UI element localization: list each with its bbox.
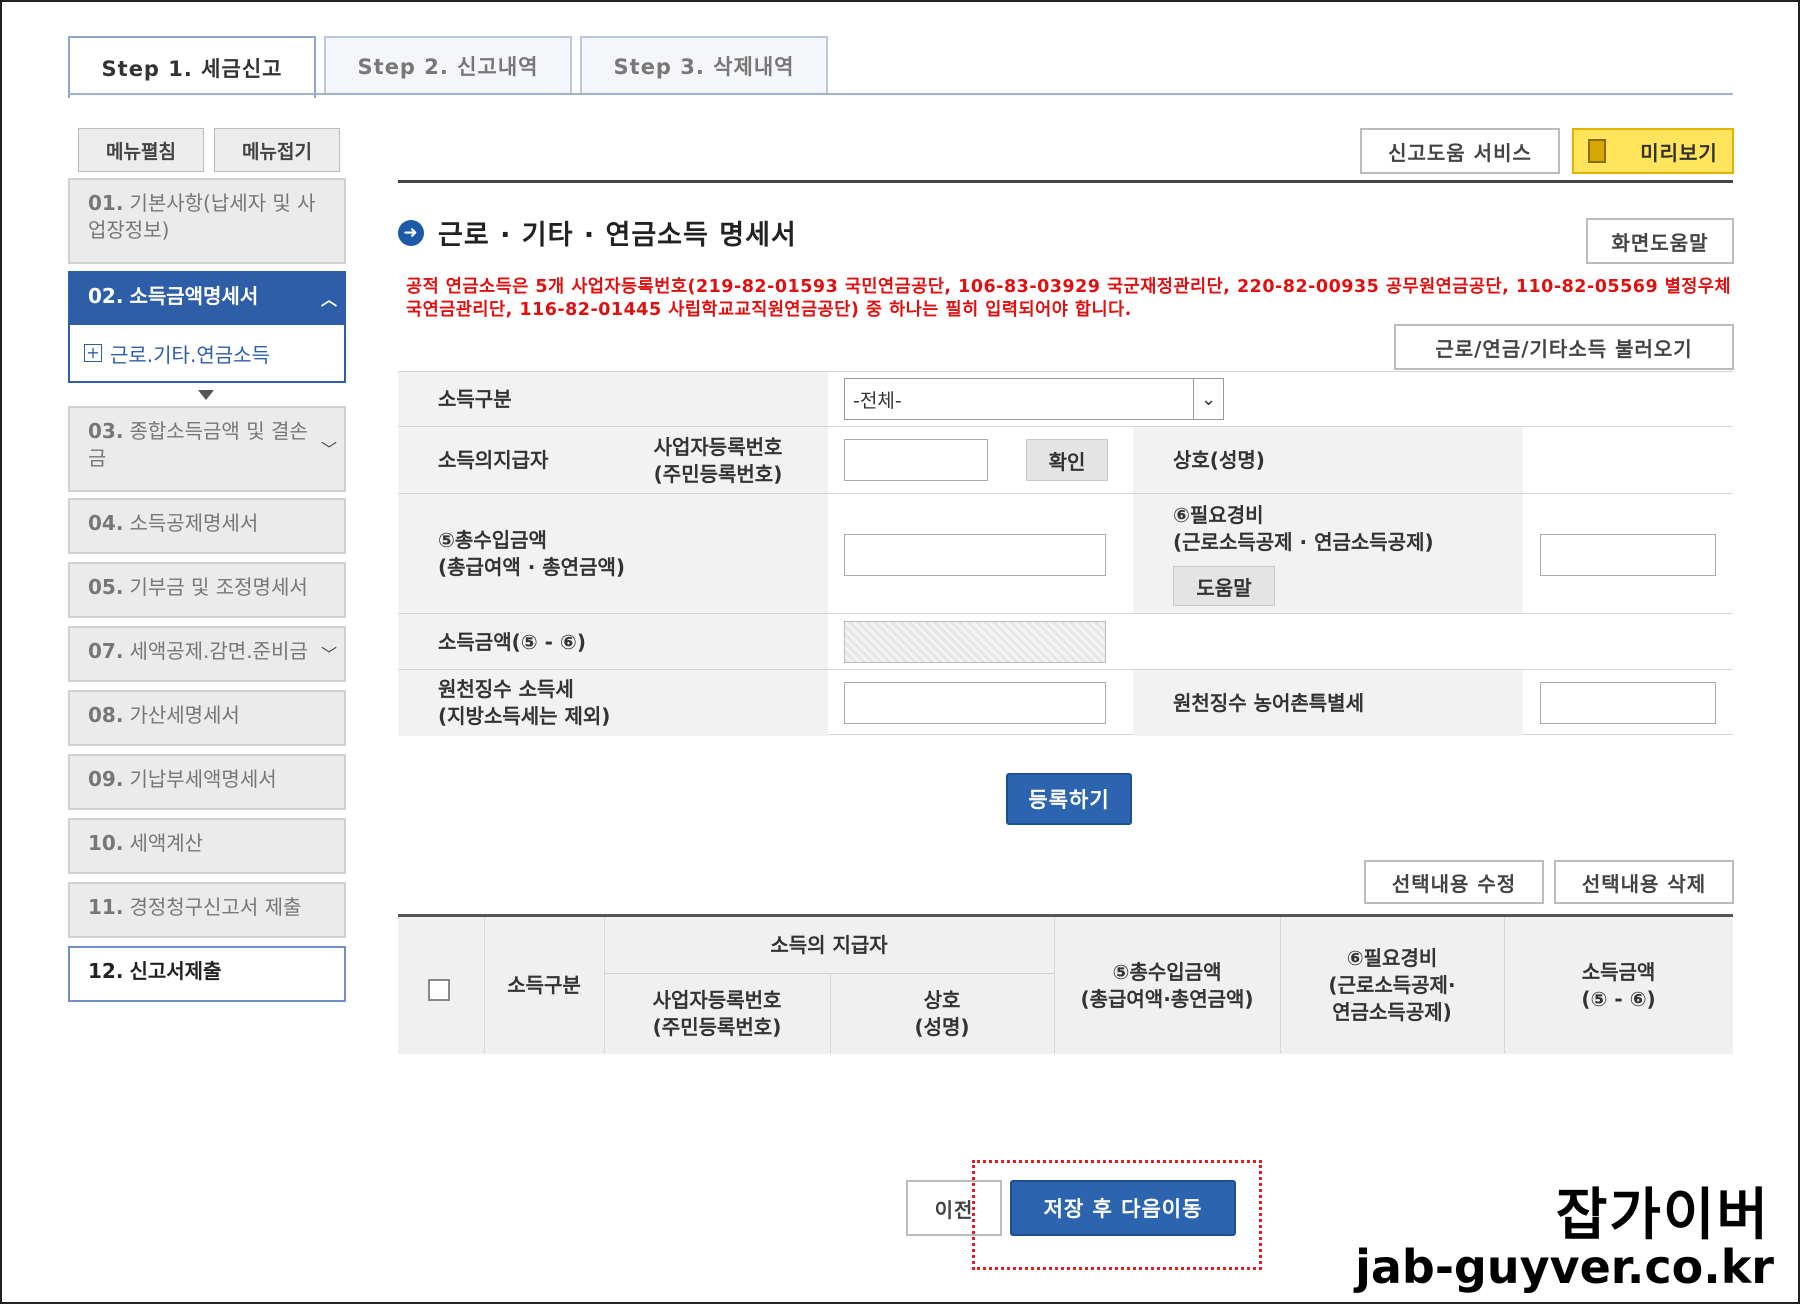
income-amount-label: 소득금액(⑤ - ⑥) [398, 614, 828, 670]
tab-step-3[interactable]: Step 3. 삭제내역 [580, 36, 828, 94]
sidebar-subitem-earned-income[interactable]: + 근로.기타.연금소득 [68, 325, 346, 383]
col-income-type: 소득구분 [507, 973, 581, 997]
chevron-down-icon: ⌄ [1193, 379, 1223, 419]
section-divider [398, 180, 1733, 183]
expense-input[interactable] [1540, 534, 1716, 576]
menu-num: 11. [88, 895, 124, 919]
biz-no-label: 사업자등록번호 (주민등록번호) [608, 427, 828, 494]
page-title: ➜ 근로 · 기타 · 연금소득 명세서 [398, 213, 797, 252]
select-all-checkbox[interactable] [428, 979, 450, 1001]
highlight-box [972, 1160, 1262, 1270]
chevron-down-icon[interactable]: ﹀ [318, 408, 340, 490]
menu-label: 신고서제출 [129, 959, 222, 983]
menu-label: 가산세명세서 [129, 703, 240, 727]
tab-divider [68, 93, 1733, 95]
sidebar-item-penalty-tax[interactable]: 08. 가산세명세서 [68, 690, 346, 746]
select-value: -전체- [853, 389, 902, 412]
menu-num: 02. [88, 284, 124, 308]
step-tabs: Step 1. 세금신고 Step 2. 신고내역 Step 3. 삭제내역 [68, 36, 836, 98]
confirm-button[interactable]: 확인 [1026, 439, 1108, 481]
rural-tax-label: 원천징수 농어촌특별세 [1133, 670, 1523, 736]
menu-num: 09. [88, 767, 124, 791]
menu-label: 기납부세액명세서 [129, 767, 277, 791]
form-row-income-type: 소득구분 -전체- ⌄ [398, 371, 1733, 427]
sidebar-item-submit[interactable]: 12. 신고서제출 [68, 946, 346, 1002]
arrow-down-icon [198, 390, 214, 400]
total-income-label: ⑤총수입금액 (총급여액 · 총연금액) [398, 494, 828, 614]
menu-num: 01. [88, 191, 124, 215]
watermark-url: jab-guyver.co.kr [1355, 1240, 1774, 1294]
menu-label: 기부금 및 조정명세서 [129, 575, 308, 599]
chevron-down-icon[interactable]: ﹀ [318, 628, 340, 680]
sidebar-item-basic-info[interactable]: 01. 기본사항(납세자 및 사업장정보) [68, 178, 346, 264]
preview-label: 미리보기 [1640, 140, 1718, 165]
sidebar-item-prepaid-tax[interactable]: 09. 기납부세액명세서 [68, 754, 346, 810]
income-type-select[interactable]: -전체- ⌄ [844, 378, 1224, 420]
menu-num: 08. [88, 703, 124, 727]
edit-selected-button[interactable]: 선택내용 수정 [1364, 860, 1544, 904]
submenu-label: 근로.기타.연금소득 [110, 342, 270, 367]
menu-num: 03. [88, 419, 124, 443]
col-income-amount: 소득금액 (⑤ - ⑥) [1581, 959, 1656, 1011]
form-row-income-amounts: ⑤총수입금액 (총급여액 · 총연금액) ⑥필요경비 (근로소득공제 · 연금소… [398, 493, 1733, 614]
document-icon [1588, 139, 1607, 163]
form-row-net-income: 소득금액(⑤ - ⑥) [398, 613, 1733, 670]
payer-label: 소득의지급자 [398, 427, 608, 494]
col-biz-no: 사업자등록번호 (주민등록번호) [652, 987, 782, 1039]
withholding-label: 원천징수 소득세 (지방소득세는 제외) [398, 670, 828, 736]
register-button[interactable]: 등록하기 [1006, 773, 1132, 825]
menu-collapse-button[interactable]: 메뉴접기 [214, 128, 340, 172]
menu-num: 07. [88, 639, 124, 663]
menu-label: 경정청구신고서 제출 [129, 895, 302, 919]
plus-icon: + [84, 344, 102, 362]
income-amount-input [844, 621, 1106, 663]
page-title-text: 근로 · 기타 · 연금소득 명세서 [438, 220, 797, 251]
income-list-table: 소득구분 소득의 지급자 사업자등록번호 (주민등록번호) 상호 (성명) ⑤총… [398, 914, 1733, 1054]
menu-label: 세액계산 [129, 831, 204, 855]
col-company: 상호 (성명) [914, 987, 970, 1039]
form-row-payer: 소득의지급자 사업자등록번호 (주민등록번호) 확인 상호(성명) [398, 426, 1733, 494]
menu-expand-button[interactable]: 메뉴펼침 [78, 128, 204, 172]
col-payer: 소득의 지급자 [770, 932, 888, 957]
preview-button[interactable]: 미리보기 [1572, 128, 1734, 174]
sidebar-item-total-income[interactable]: 03. 종합소득금액 및 결손금 ﹀ [68, 406, 346, 492]
menu-num: 10. [88, 831, 124, 855]
help-button[interactable]: 도움말 [1173, 566, 1275, 606]
sidebar-item-correction[interactable]: 11. 경정청구신고서 제출 [68, 882, 346, 938]
watermark-name: 잡가이버 [1555, 1183, 1770, 1248]
menu-label: 소득공제명세서 [129, 511, 259, 535]
col-total-income: ⑤총수입금액 (총급여액·총연금액) [1080, 959, 1254, 1011]
sidebar-item-donations[interactable]: 05. 기부금 및 조정명세서 [68, 562, 346, 618]
sidebar-item-income-statement[interactable]: 02. 소득금액명세서 ︿ [68, 271, 346, 327]
chevron-up-icon[interactable]: ︿ [318, 273, 340, 325]
form-row-withholding: 원천징수 소득세 (지방소득세는 제외) 원천징수 농어촌특별세 [398, 669, 1733, 736]
sidebar-item-tax-credits[interactable]: 07. 세액공제.감면.준비금 ﹀ [68, 626, 346, 682]
load-income-button[interactable]: 근로/연금/기타소득 불러오기 [1394, 324, 1734, 370]
delete-selected-button[interactable]: 선택내용 삭제 [1554, 860, 1734, 904]
menu-num: 12. [88, 959, 124, 983]
rural-tax-input[interactable] [1540, 682, 1716, 724]
sidebar-item-tax-calc[interactable]: 10. 세액계산 [68, 818, 346, 874]
pension-notice: 공적 연금소득은 5개 사업자등록번호(219-82-01593 국민연금공단,… [406, 277, 1732, 320]
withholding-input[interactable] [844, 682, 1106, 724]
menu-label: 소득금액명세서 [129, 284, 259, 308]
help-service-button[interactable]: 신고도움 서비스 [1360, 128, 1560, 174]
income-type-label: 소득구분 [398, 372, 828, 427]
tab-step-1[interactable]: Step 1. 세금신고 [68, 36, 316, 98]
tab-step-2[interactable]: Step 2. 신고내역 [324, 36, 572, 94]
arrow-right-icon: ➜ [398, 219, 424, 246]
sidebar-item-deductions[interactable]: 04. 소득공제명세서 [68, 498, 346, 554]
total-income-input[interactable] [844, 534, 1106, 576]
col-expense: ⑥필요경비 (근로소득공제· 연금소득공제) [1328, 946, 1456, 1024]
biz-no-input[interactable] [844, 439, 988, 481]
screen-help-button[interactable]: 화면도움말 [1586, 218, 1734, 264]
menu-label: 세액공제.감면.준비금 [129, 639, 308, 663]
menu-num: 05. [88, 575, 124, 599]
company-label: 상호(성명) [1133, 427, 1523, 494]
menu-num: 04. [88, 511, 124, 535]
